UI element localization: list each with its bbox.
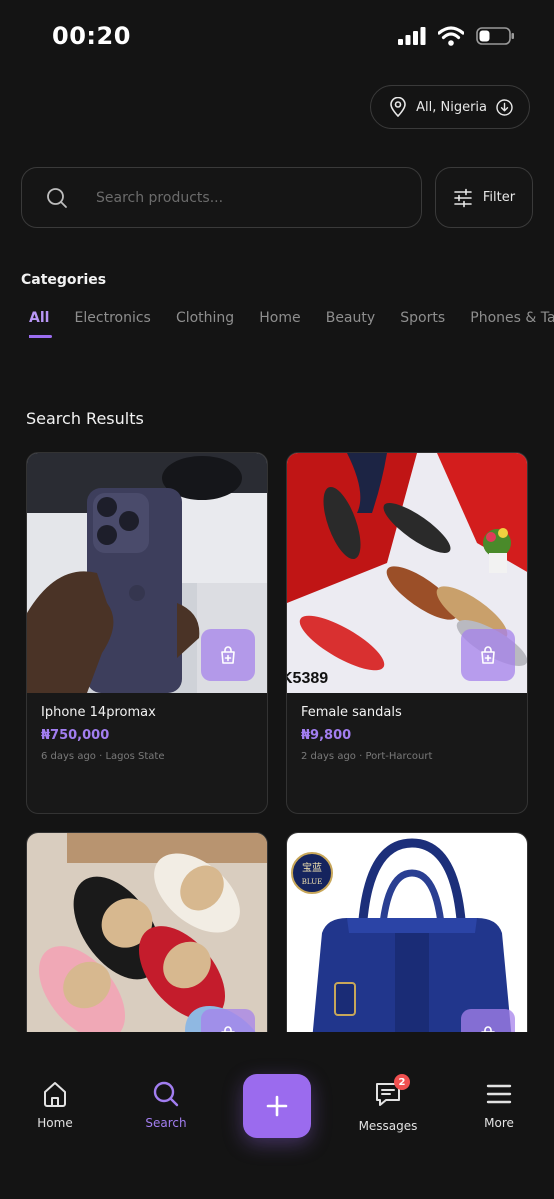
nav-search[interactable]: Search xyxy=(121,1080,211,1130)
bottom-nav: Home Search 2 Messages More xyxy=(0,1032,554,1199)
battery-icon xyxy=(476,27,514,45)
product-meta: 2 days ago · Port-Harcourt xyxy=(301,751,433,762)
search-input[interactable] xyxy=(96,189,376,206)
nav-messages[interactable]: 2 Messages xyxy=(343,1074,433,1133)
product-name: Female sandals xyxy=(301,705,402,720)
search-icon xyxy=(153,1081,179,1107)
product-image: 宝蓝 BLUE xyxy=(287,833,527,1032)
add-to-cart-button[interactable] xyxy=(201,629,255,681)
product-price: ₦9,800 xyxy=(301,728,352,743)
plus-icon xyxy=(266,1095,288,1117)
nav-more-label: More xyxy=(484,1116,514,1130)
location-label: All, Nigeria xyxy=(416,99,487,115)
wifi-icon xyxy=(438,26,464,46)
svg-text:宝蓝: 宝蓝 xyxy=(302,861,322,874)
nav-more[interactable]: More xyxy=(454,1080,544,1130)
chevron-down-circle-icon xyxy=(496,98,513,116)
product-card[interactable]: 宝蓝 BLUE xyxy=(286,832,528,1032)
bag-plus-icon xyxy=(481,646,495,664)
bag-plus-icon xyxy=(221,646,235,664)
add-listing-button[interactable] xyxy=(243,1074,311,1138)
home-icon xyxy=(44,1082,66,1107)
categories-title: Categories xyxy=(21,272,107,288)
location-pin-icon xyxy=(390,97,406,117)
status-bar: 00:20 xyxy=(0,0,554,70)
filter-label: Filter xyxy=(482,190,516,205)
category-tab-home[interactable]: Home xyxy=(259,310,300,338)
product-price: ₦750,000 xyxy=(41,728,110,743)
category-tab-sports[interactable]: Sports xyxy=(400,310,445,338)
svg-text:BLUE: BLUE xyxy=(302,878,322,886)
nav-messages-label: Messages xyxy=(358,1119,418,1133)
category-tab-clothing[interactable]: Clothing xyxy=(176,310,234,338)
filter-button[interactable]: Filter xyxy=(435,167,533,228)
status-icons xyxy=(398,26,516,46)
product-name: Iphone 14promax xyxy=(41,705,156,720)
search-icon xyxy=(47,187,67,208)
nav-search-label: Search xyxy=(145,1116,187,1130)
nav-home-label: Home xyxy=(37,1116,73,1130)
product-image: K5389 xyxy=(287,453,527,693)
product-image xyxy=(27,833,267,1032)
messages-badge: 2 xyxy=(394,1074,410,1090)
product-grid: Iphone 14promax ₦750,000 6 days ago · La… xyxy=(26,452,528,1032)
status-time: 00:20 xyxy=(52,22,131,50)
nav-home[interactable]: Home xyxy=(10,1080,100,1130)
category-tab-phones-tablets[interactable]: Phones & Tablets xyxy=(470,310,554,338)
menu-icon xyxy=(486,1084,512,1104)
sliders-icon xyxy=(454,188,472,207)
svg-text:K5389: K5389 xyxy=(287,670,328,687)
product-meta: 6 days ago · Lagos State xyxy=(41,751,165,762)
product-card[interactable]: K5389 Female sandals ₦9,800 2 days ago ·… xyxy=(286,452,528,814)
category-tab-electronics[interactable]: Electronics xyxy=(75,310,151,338)
category-tab-all[interactable]: All xyxy=(29,310,53,338)
signal-icon xyxy=(398,27,426,45)
add-to-cart-button[interactable] xyxy=(461,1009,515,1032)
bag-plus-icon xyxy=(481,1026,495,1032)
product-card[interactable]: Iphone 14promax ₦750,000 6 days ago · La… xyxy=(26,452,268,814)
add-to-cart-button[interactable] xyxy=(461,629,515,681)
search-results-title: Search Results xyxy=(26,409,144,428)
bag-plus-icon xyxy=(221,1026,235,1032)
location-selector[interactable]: All, Nigeria xyxy=(370,85,530,129)
product-image xyxy=(27,453,267,693)
search-box[interactable] xyxy=(21,167,422,228)
product-card[interactable] xyxy=(26,832,268,1032)
add-to-cart-button[interactable] xyxy=(201,1009,255,1032)
category-tab-beauty[interactable]: Beauty xyxy=(326,310,375,338)
category-tabs: All Electronics Clothing Home Beauty Spo… xyxy=(29,307,554,343)
